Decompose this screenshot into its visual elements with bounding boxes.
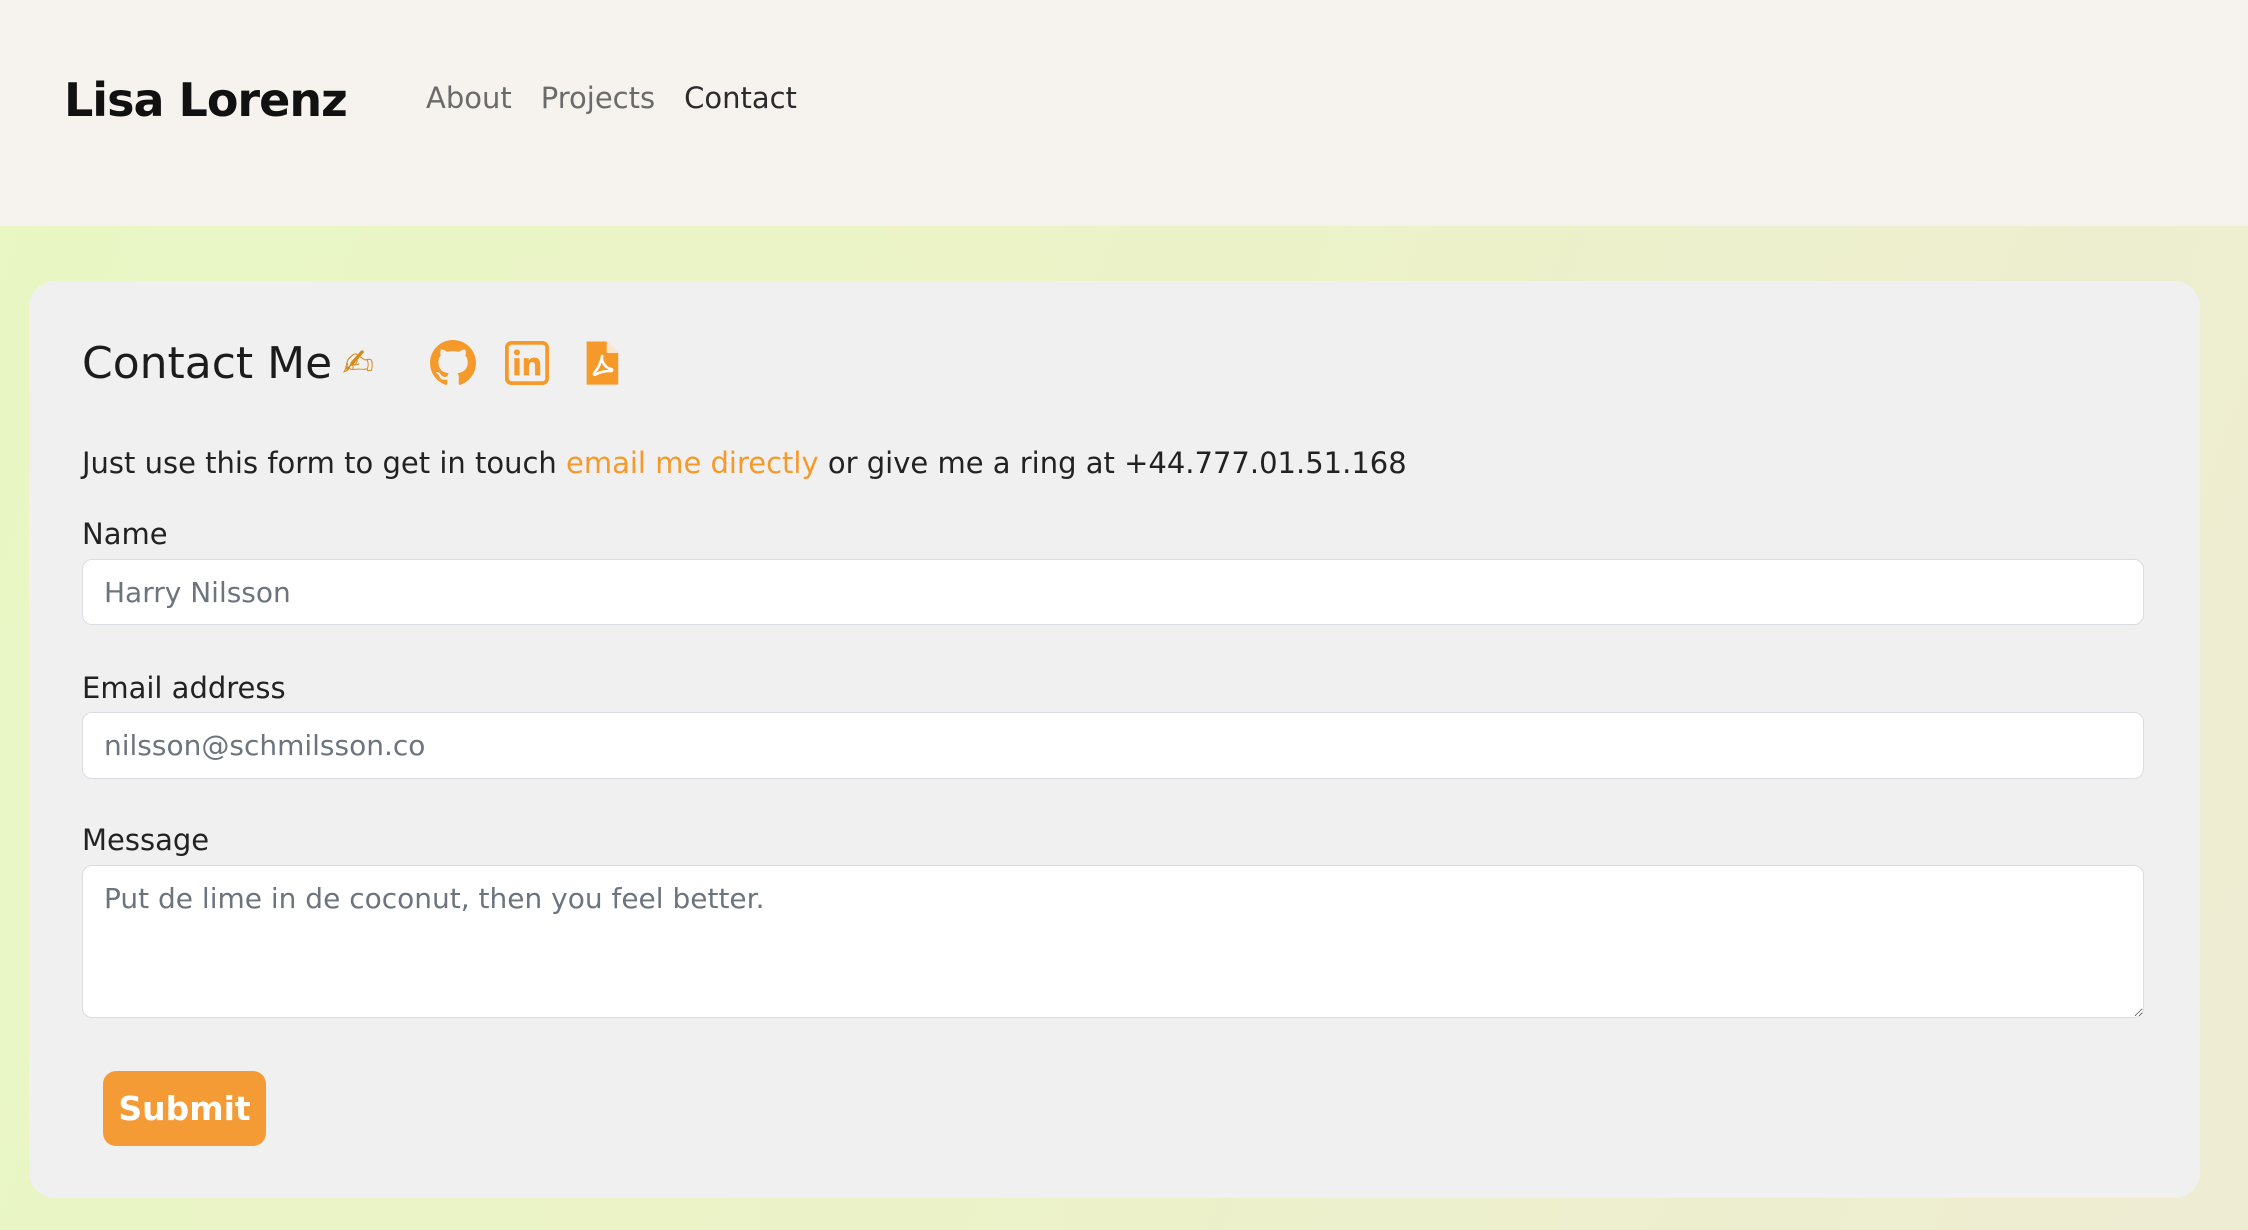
site-header: Lisa Lorenz About Projects Contact	[0, 0, 2248, 226]
message-textarea[interactable]	[82, 865, 2144, 1018]
linkedin-icon[interactable]	[504, 339, 550, 387]
pdf-icon[interactable]	[578, 339, 624, 387]
social-links	[430, 333, 624, 393]
contact-title: Contact Me	[82, 337, 333, 389]
nav-about-link[interactable]: About	[426, 78, 512, 118]
email-label: Email address	[82, 671, 286, 705]
contact-heading: Contact Me ✍	[82, 333, 374, 393]
submit-button[interactable]: Submit	[103, 1071, 266, 1146]
email-me-link[interactable]: email me directly	[566, 446, 819, 480]
github-icon[interactable]	[430, 339, 476, 387]
site-brand[interactable]: Lisa Lorenz	[64, 68, 348, 132]
contact-card: Contact Me ✍ Just use this form to get i…	[29, 281, 2200, 1198]
nav-projects-link[interactable]: Projects	[541, 78, 655, 118]
email-input[interactable]	[82, 712, 2144, 779]
intro-text-after: or give me a ring at +44.777.01.51.168	[818, 446, 1407, 480]
main-nav: About Projects Contact	[426, 78, 797, 118]
contact-intro: Just use this form to get in touch email…	[82, 441, 1407, 485]
writing-hand-icon: ✍	[342, 341, 375, 385]
name-input[interactable]	[82, 559, 2144, 625]
name-label: Name	[82, 517, 168, 551]
intro-text-before: Just use this form to get in touch	[82, 446, 567, 480]
message-label: Message	[82, 823, 210, 857]
nav-contact-link[interactable]: Contact	[684, 78, 797, 118]
